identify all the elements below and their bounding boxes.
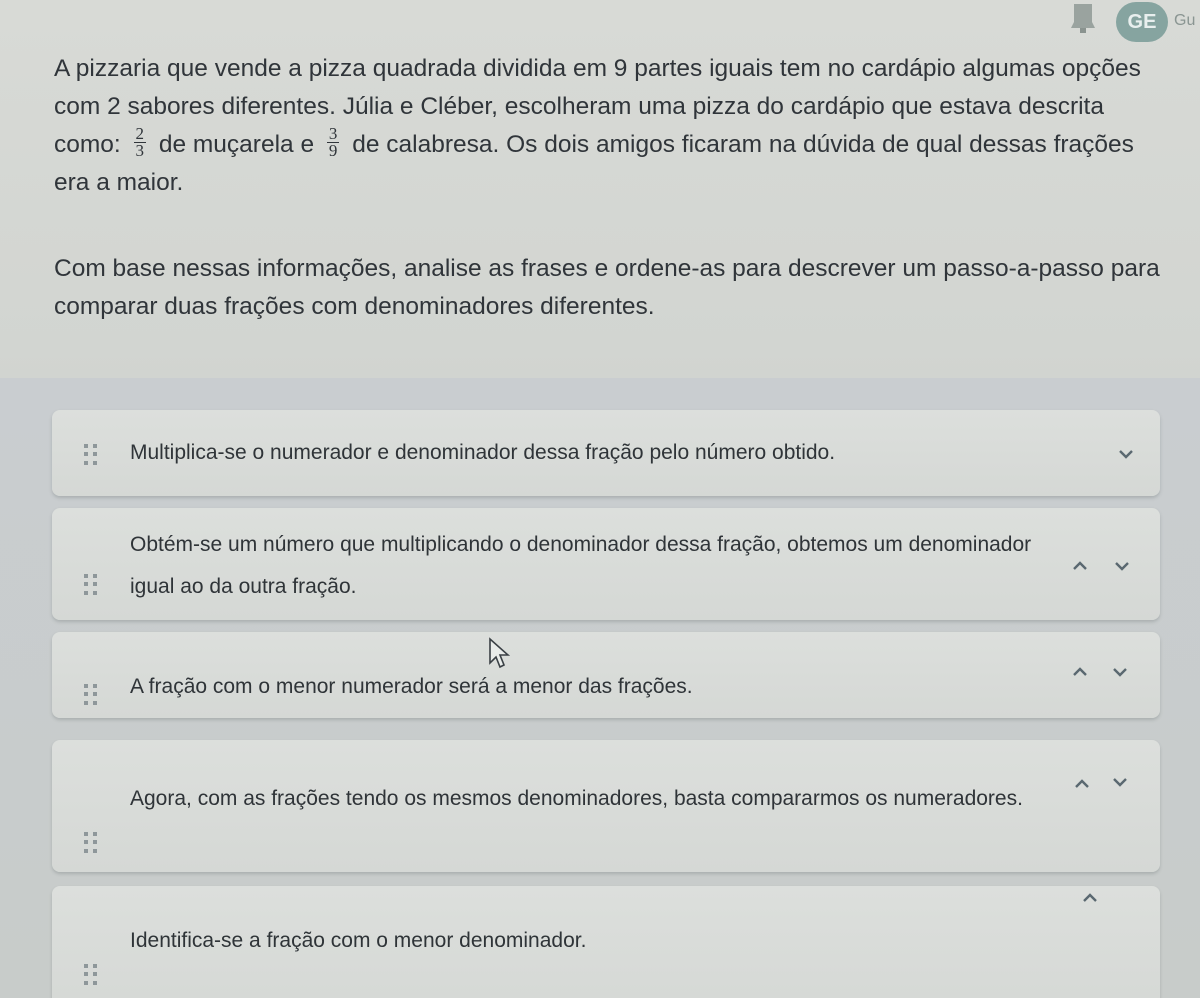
move-up-button[interactable]: [1070, 772, 1094, 796]
move-down-button[interactable]: [1108, 660, 1132, 684]
screen: GE Gu A pizzaria que vende a pizza quadr…: [0, 0, 1200, 998]
chevron-up-icon: [1073, 667, 1087, 676]
question-text: A pizzaria que vende a pizza quadrada di…: [54, 50, 1164, 202]
avatar[interactable]: GE: [1116, 2, 1168, 42]
order-item[interactable]: Identifica-se a fração com o menor denom…: [52, 886, 1160, 998]
drag-handle-icon[interactable]: [84, 444, 100, 466]
drag-handle-icon[interactable]: [84, 684, 100, 706]
notification-bell-icon[interactable]: [1070, 0, 1096, 34]
order-item-text: Multiplica-se o numerador e denominador …: [130, 441, 836, 464]
move-up-button[interactable]: [1078, 886, 1102, 910]
chevron-down-icon: [1113, 668, 1127, 677]
order-item-text: Identifica-se a fração com o menor denom…: [130, 929, 587, 952]
order-item[interactable]: Multiplica-se o numerador e denominador …: [52, 410, 1160, 496]
user-area: GE Gu: [1060, 0, 1200, 48]
chevron-up-icon: [1075, 779, 1089, 788]
order-item[interactable]: Obtém-se um número que multiplicando o d…: [52, 508, 1160, 620]
fraction-denominator: 9: [328, 141, 338, 161]
move-up-button[interactable]: [1068, 660, 1092, 684]
chevron-down-icon: [1115, 562, 1129, 571]
move-down-button[interactable]: [1114, 442, 1138, 466]
order-item[interactable]: A fração com o menor numerador será a me…: [52, 632, 1160, 718]
order-item-text: Agora, com as frações tendo os mesmos de…: [130, 787, 1023, 810]
drag-handle-icon[interactable]: [84, 964, 100, 986]
move-up-button[interactable]: [1068, 554, 1092, 578]
order-item-text: A fração com o menor numerador será a me…: [130, 675, 693, 698]
chevron-up-icon: [1073, 561, 1087, 570]
mouse-cursor-icon: [487, 637, 515, 671]
drag-handle-icon[interactable]: [84, 832, 100, 854]
chevron-down-icon: [1113, 778, 1127, 787]
fraction-denominator: 3: [135, 141, 145, 161]
chevron-down-icon: [1119, 450, 1133, 459]
question-part-2: de muçarela e: [152, 131, 321, 158]
user-name[interactable]: Gu: [1174, 12, 1195, 30]
order-item[interactable]: Agora, com as frações tendo os mesmos de…: [52, 740, 1160, 872]
move-down-button[interactable]: [1108, 770, 1132, 794]
order-item-text: Obtém-se um número que multiplicando o d…: [130, 533, 1032, 598]
chevron-up-icon: [1083, 893, 1097, 902]
fraction-mozzarella: 23: [133, 125, 147, 161]
drag-handle-icon[interactable]: [84, 574, 100, 596]
move-down-button[interactable]: [1110, 554, 1134, 578]
fraction-calabresa: 39: [326, 125, 340, 161]
instruction-text: Com base nessas informações, analise as …: [54, 255, 1160, 320]
